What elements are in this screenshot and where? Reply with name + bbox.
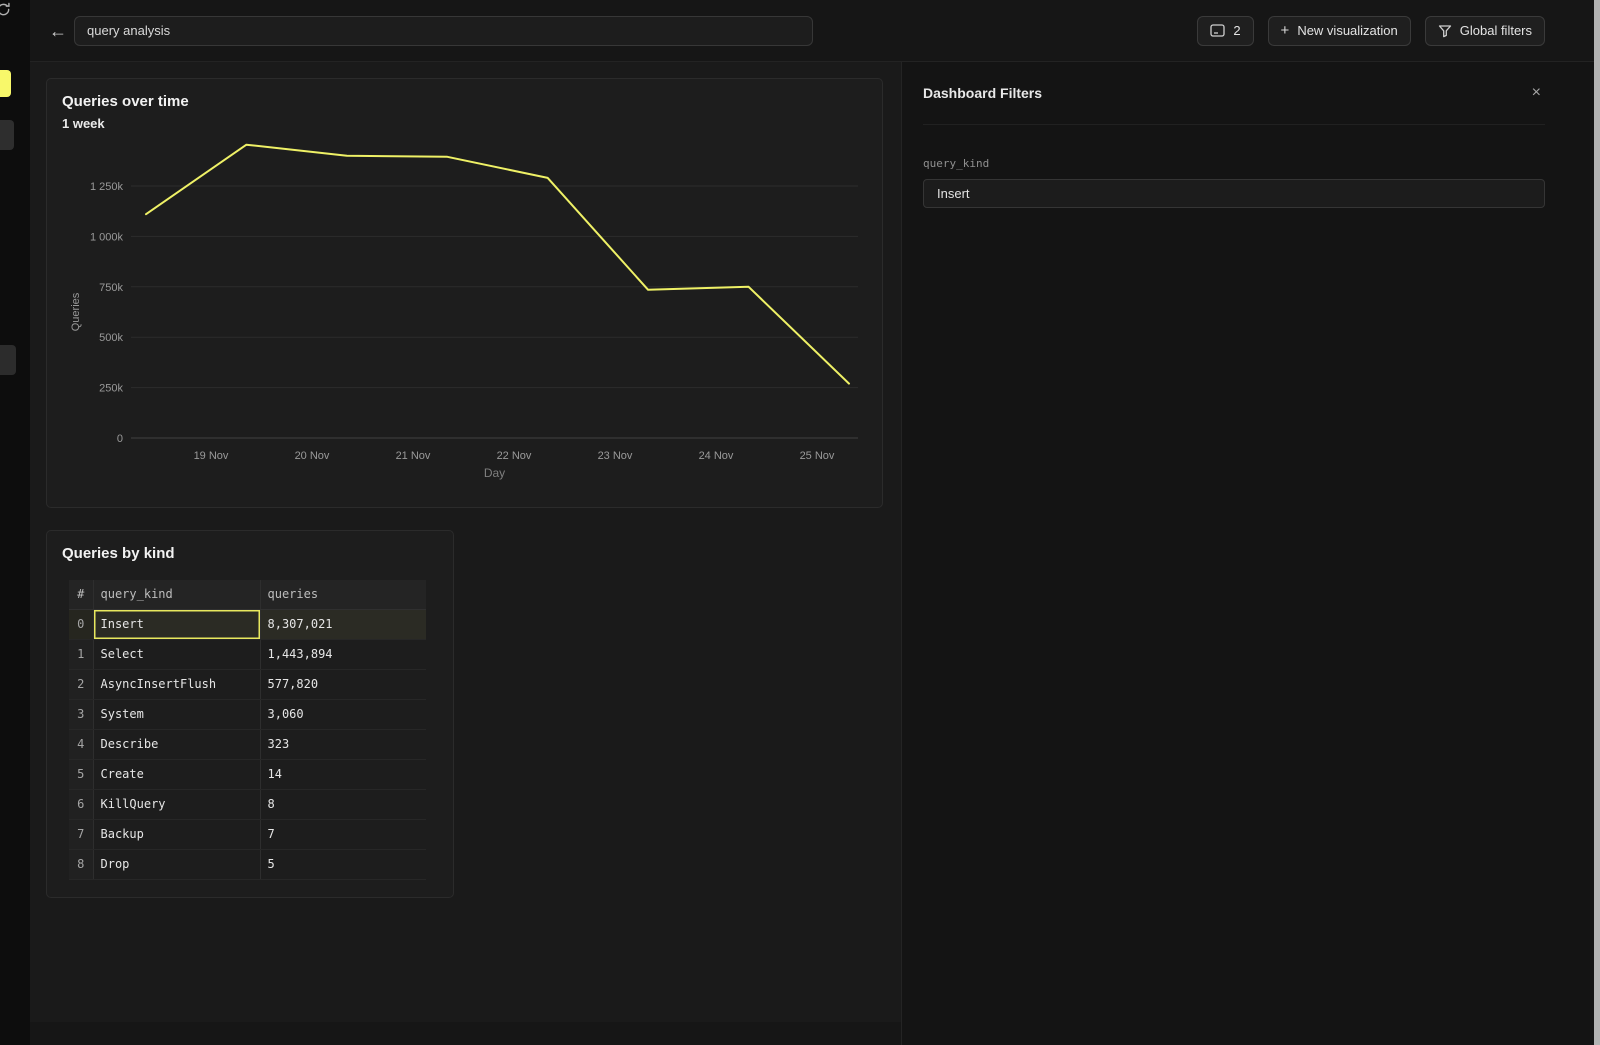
y-tick-label: 500k bbox=[99, 332, 123, 344]
queries-over-time-line-chart[interactable]: 0 250k 500k 750k 1 000k 1 250k 19 Nov 20 Nov 21 … bbox=[47, 79, 884, 509]
visualizations-icon bbox=[1210, 24, 1225, 37]
visualization-count-button[interactable]: 2 bbox=[1197, 16, 1253, 46]
table-row: 0Insert8,307,021 bbox=[69, 609, 426, 639]
topbar-actions: 2 + New visualization Global filters bbox=[1197, 16, 1545, 46]
chart-card[interactable]: 0 250k 500k 750k 1 000k 1 250k 19 Nov 20 Nov 21 … bbox=[46, 78, 883, 508]
query-kind-cell[interactable]: System bbox=[93, 699, 260, 729]
query-kind-filter-input[interactable] bbox=[923, 179, 1545, 208]
x-tick-label: 23 Nov bbox=[598, 450, 633, 462]
topbar: ← 2 + New visualization bbox=[30, 0, 1600, 62]
y-axis-label: Queries bbox=[70, 292, 82, 331]
dashboard-canvas: 0250k500k750k1 000k1 250k19 Nov20 Nov21 … bbox=[30, 62, 901, 1045]
table-row: 3System3,060 bbox=[69, 699, 426, 729]
queries-value-cell[interactable]: 8 bbox=[260, 789, 426, 819]
query-kind-cell[interactable]: KillQuery bbox=[93, 789, 260, 819]
rail-item-active-dashboard[interactable] bbox=[0, 70, 11, 97]
query-kind-cell[interactable]: Create bbox=[93, 759, 260, 789]
table-title: Queries by kind bbox=[62, 545, 175, 562]
queries-value-cell[interactable]: 7 bbox=[260, 819, 426, 849]
row-index-cell: 3 bbox=[69, 699, 93, 729]
queries-series-line bbox=[146, 145, 849, 384]
query-kind-cell[interactable]: Insert bbox=[93, 609, 260, 639]
dashboard-title-input[interactable] bbox=[74, 16, 813, 46]
queries-value-cell[interactable]: 577,820 bbox=[260, 669, 426, 699]
plus-icon: + bbox=[1281, 23, 1290, 38]
close-panel-button[interactable]: × bbox=[1528, 83, 1545, 103]
y-tick-label: 750k bbox=[99, 282, 123, 294]
window-scrollbar[interactable] bbox=[1594, 0, 1600, 1045]
row-index-cell: 0 bbox=[69, 609, 93, 639]
table-row: 8Drop5 bbox=[69, 849, 426, 879]
chart-subtitle: 1 week bbox=[62, 116, 105, 131]
query-kind-cell[interactable]: Backup bbox=[93, 819, 260, 849]
new-visualization-button[interactable]: + New visualization bbox=[1268, 16, 1411, 46]
column-header-index[interactable]: # bbox=[69, 580, 93, 609]
table-row: 1Select1,443,894 bbox=[69, 639, 426, 669]
chart-title: Queries over time bbox=[62, 93, 189, 110]
rail-item[interactable] bbox=[0, 345, 16, 375]
dashboard-app: ← 2 + New visualization bbox=[0, 0, 1600, 1045]
queries-value-cell[interactable]: 3,060 bbox=[260, 699, 426, 729]
queries-value-cell[interactable]: 1,443,894 bbox=[260, 639, 426, 669]
column-header-query_kind[interactable]: query_kind bbox=[93, 580, 260, 609]
y-tick-label: 250k bbox=[99, 383, 123, 395]
queries-value-cell[interactable]: 5 bbox=[260, 849, 426, 879]
queries-by-kind-table: #query_kindqueries 0Insert8,307,0211Sele… bbox=[69, 580, 426, 880]
table-row: 6KillQuery8 bbox=[69, 789, 426, 819]
table-header-row: #query_kindqueries bbox=[69, 580, 426, 609]
table-row: 5Create14 bbox=[69, 759, 426, 789]
x-axis-label: Day bbox=[484, 466, 505, 480]
queries-value-cell[interactable]: 323 bbox=[260, 729, 426, 759]
y-tick-label: 1 250k bbox=[90, 181, 124, 193]
row-index-cell: 6 bbox=[69, 789, 93, 819]
x-tick-label: 24 Nov bbox=[699, 450, 734, 462]
query-kind-cell[interactable]: Describe bbox=[93, 729, 260, 759]
row-index-cell: 5 bbox=[69, 759, 93, 789]
queries-value-cell[interactable]: 14 bbox=[260, 759, 426, 789]
row-index-cell: 1 bbox=[69, 639, 93, 669]
filters-panel-header: Dashboard Filters × bbox=[923, 62, 1545, 125]
x-tick-label: 25 Nov bbox=[800, 450, 835, 462]
row-index-cell: 7 bbox=[69, 819, 93, 849]
row-index-cell: 8 bbox=[69, 849, 93, 879]
y-tick-label: 1 000k bbox=[90, 231, 124, 243]
y-tick-label: 0 bbox=[117, 433, 123, 445]
x-tick-label: 21 Nov bbox=[396, 450, 431, 462]
history-refresh-icon[interactable] bbox=[0, 2, 11, 22]
column-header-queries[interactable]: queries bbox=[260, 580, 426, 609]
table-row: 7Backup7 bbox=[69, 819, 426, 849]
back-button[interactable]: ← bbox=[46, 22, 70, 40]
filter-field-label: query_kind bbox=[923, 157, 1545, 170]
filters-panel-title: Dashboard Filters bbox=[923, 85, 1042, 101]
filter-field-query-kind: query_kind bbox=[923, 157, 1545, 208]
visualization-count: 2 bbox=[1233, 23, 1240, 38]
x-tick-label: 19 Nov bbox=[194, 450, 229, 462]
query-kind-cell[interactable]: AsyncInsertFlush bbox=[93, 669, 260, 699]
dashboard-filters-panel: Dashboard Filters × query_kind bbox=[901, 62, 1594, 1045]
global-filters-label: Global filters bbox=[1460, 23, 1532, 38]
query-kind-cell[interactable]: Drop bbox=[93, 849, 260, 879]
new-visualization-label: New visualization bbox=[1297, 23, 1397, 38]
query-kind-cell[interactable]: Select bbox=[93, 639, 260, 669]
x-tick-label: 20 Nov bbox=[295, 450, 330, 462]
table-row: 4Describe323 bbox=[69, 729, 426, 759]
rail-item[interactable] bbox=[0, 120, 14, 150]
row-index-cell: 2 bbox=[69, 669, 93, 699]
filter-funnel-icon bbox=[1438, 24, 1452, 38]
left-rail bbox=[0, 0, 30, 1045]
row-index-cell: 4 bbox=[69, 729, 93, 759]
canvas-bottom-gutter bbox=[30, 1022, 901, 1045]
queries-value-cell[interactable]: 8,307,021 bbox=[260, 609, 426, 639]
global-filters-button[interactable]: Global filters bbox=[1425, 16, 1545, 46]
close-icon: × bbox=[1532, 84, 1541, 101]
x-tick-label: 22 Nov bbox=[497, 450, 532, 462]
table-row: 2AsyncInsertFlush577,820 bbox=[69, 669, 426, 699]
table-card[interactable]: Queries by kind #query_kindqueries 0Inse… bbox=[46, 530, 454, 898]
